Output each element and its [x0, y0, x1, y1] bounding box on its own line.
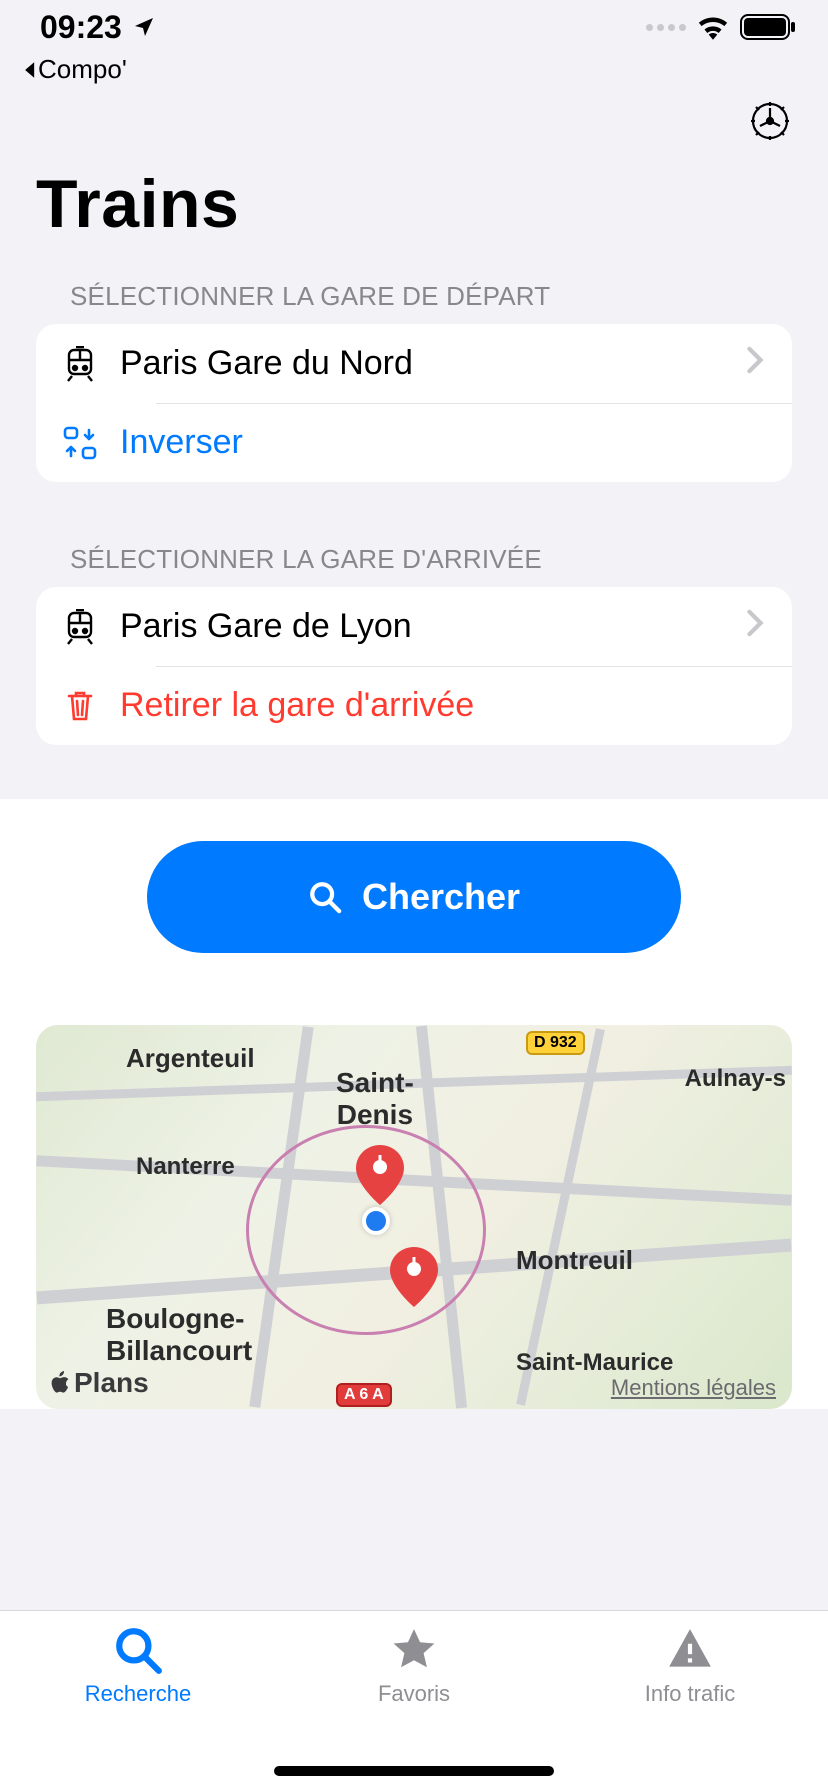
chevron-right-icon [746, 346, 764, 382]
gear-icon [748, 99, 792, 143]
map-label-argenteuil: Argenteuil [126, 1043, 255, 1074]
road-badge-a6a: A 6 A [336, 1383, 392, 1407]
status-bar: 09:23 [0, 0, 828, 54]
map-label-saint-maurice: Saint-Maurice [516, 1349, 673, 1377]
departure-section-header: SÉLECTIONNER LA GARE DE DÉPART [0, 273, 828, 324]
trash-icon [64, 688, 96, 724]
map-label-aulnay: Aulnay-s [685, 1065, 786, 1093]
departure-station-label: Paris Gare du Nord [120, 344, 724, 383]
map-attribution: Plans [50, 1367, 149, 1399]
tab-bar: Recherche Favoris Info trafic [0, 1610, 828, 1792]
swap-icon [62, 425, 98, 461]
wifi-icon [696, 14, 730, 40]
tab-search-label: Recherche [85, 1681, 191, 1707]
map-pin-arrival[interactable] [390, 1247, 438, 1307]
star-icon [389, 1625, 439, 1675]
location-icon [132, 15, 156, 39]
map-label-nanterre: Nanterre [136, 1153, 235, 1181]
arrival-card: Paris Gare de Lyon Retirer la gare d'arr… [36, 587, 792, 745]
map-pin-departure[interactable] [356, 1145, 404, 1205]
settings-button[interactable] [748, 99, 792, 143]
remove-arrival-label: Retirer la gare d'arrivée [120, 686, 764, 725]
search-icon [113, 1625, 163, 1675]
search-button[interactable]: Chercher [147, 841, 681, 953]
battery-icon [740, 14, 796, 40]
map-attribution-label: Plans [74, 1367, 149, 1399]
map[interactable]: Argenteuil Saint- Denis Aulnay-s Nanterr… [36, 1025, 792, 1409]
chevron-right-icon [746, 609, 764, 645]
apple-logo-icon [50, 1371, 70, 1395]
map-label-boulogne: Boulogne- Billancourt [106, 1303, 252, 1367]
back-caret-icon [22, 61, 36, 79]
signal-dots-icon [646, 24, 686, 31]
lower-panel: Chercher Argenteuil Saint- Denis Aulnay-… [0, 799, 828, 1409]
arrival-section-header: SÉLECTIONNER LA GARE D'ARRIVÉE [0, 536, 828, 587]
back-to-app[interactable]: Compo' [0, 54, 828, 85]
search-button-label: Chercher [362, 876, 520, 918]
departure-station-row[interactable]: Paris Gare du Nord [36, 324, 792, 403]
back-app-label: Compo' [38, 54, 127, 85]
home-indicator[interactable] [274, 1766, 554, 1776]
search-icon [308, 880, 342, 914]
tab-traffic-label: Info trafic [645, 1681, 735, 1707]
departure-card: Paris Gare du Nord Inverser [36, 324, 792, 482]
road-badge-d932: D 932 [526, 1031, 585, 1055]
status-time: 09:23 [40, 9, 122, 46]
tab-favorites-label: Favoris [378, 1681, 450, 1707]
remove-arrival-row[interactable]: Retirer la gare d'arrivée [36, 666, 792, 745]
invert-stations-row[interactable]: Inverser [36, 403, 792, 482]
map-label-saint-denis: Saint- Denis [336, 1067, 414, 1131]
tab-traffic[interactable]: Info trafic [552, 1625, 828, 1792]
page-title: Trains [0, 143, 828, 273]
tram-icon [64, 609, 96, 645]
warning-icon [665, 1625, 715, 1675]
map-legal-link[interactable]: Mentions légales [611, 1375, 776, 1401]
invert-label: Inverser [120, 423, 764, 462]
user-location-dot [362, 1207, 390, 1235]
arrival-station-label: Paris Gare de Lyon [120, 607, 724, 646]
map-label-montreuil: Montreuil [516, 1245, 633, 1276]
arrival-station-row[interactable]: Paris Gare de Lyon [36, 587, 792, 666]
tram-icon [64, 346, 96, 382]
tab-search[interactable]: Recherche [0, 1625, 276, 1792]
